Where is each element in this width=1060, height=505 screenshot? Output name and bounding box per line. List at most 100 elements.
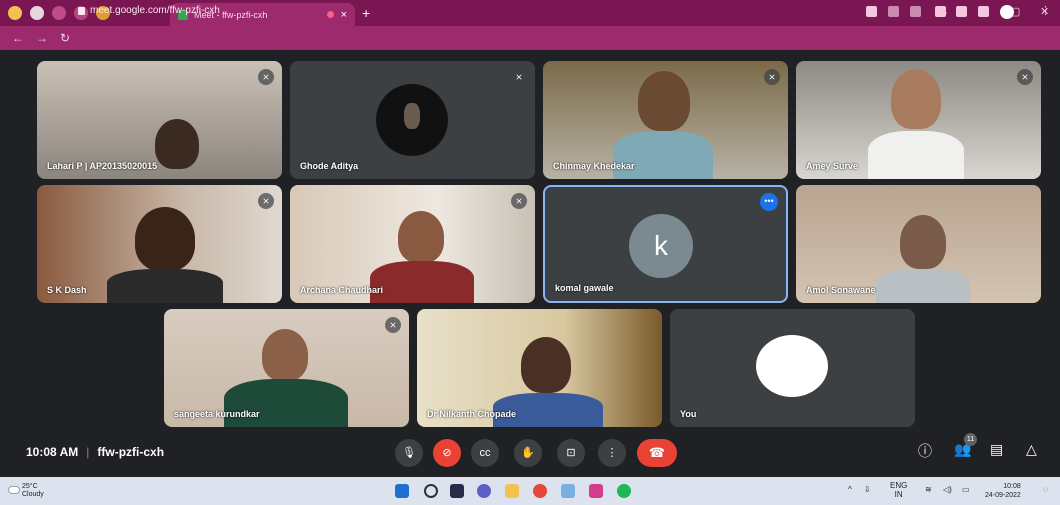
meeting-info-separator: | xyxy=(86,445,90,459)
participant-name: You xyxy=(680,409,697,419)
participant-video xyxy=(262,329,308,381)
language-region: IN xyxy=(894,490,903,499)
participant-tile[interactable]: ⨯ Archana Chaudhari xyxy=(290,185,535,303)
participant-tile-self[interactable]: You xyxy=(670,309,915,427)
more-options-button[interactable]: ⋮ xyxy=(598,439,626,467)
reload-icon[interactable]: ↻ xyxy=(60,31,70,45)
participant-name: S K Dash xyxy=(47,285,87,295)
weather-condition: Cloudy xyxy=(22,491,44,498)
back-icon[interactable]: ← xyxy=(12,31,24,45)
participant-tile[interactable]: ⨯ S K Dash xyxy=(37,185,282,303)
participant-tile[interactable]: ⨯ Amey Surve xyxy=(796,61,1041,179)
usb-icon[interactable]: ⇩ xyxy=(864,485,871,494)
participant-tile-active-speaker[interactable]: k ••• komal gawale xyxy=(543,185,788,303)
chat-icon[interactable]: ▤ xyxy=(990,441,1003,458)
windows-start-icon[interactable] xyxy=(395,484,409,498)
activities-icon[interactable]: △ xyxy=(1026,441,1037,458)
reading-list-icon[interactable] xyxy=(956,6,967,17)
participant-name: Ghode Aditya xyxy=(300,161,359,171)
participant-video xyxy=(370,261,474,303)
menu-icon[interactable]: ⋮ xyxy=(1040,4,1051,17)
participant-tile[interactable]: ⨯ Chinmay Khedekar xyxy=(543,61,788,179)
participant-avatar: k xyxy=(629,214,693,278)
self-avatar xyxy=(756,335,828,397)
os-taskbar: 25°C Cloudy ^ ⇩ ENG IN ≋ ◁) ▭ 10:08 24-0… xyxy=(0,477,1060,505)
participant-video xyxy=(155,119,199,169)
participant-video xyxy=(224,379,348,427)
spotify-icon[interactable] xyxy=(617,484,631,498)
participant-video xyxy=(868,131,964,179)
participant-tile[interactable]: ⨯ sangeeta kurundkar xyxy=(164,309,409,427)
participant-name: sangeeta kurundkar xyxy=(174,409,260,419)
camera-indicator-icon[interactable] xyxy=(866,6,877,17)
participant-video xyxy=(398,211,444,263)
participant-video xyxy=(521,337,571,393)
url-field[interactable]: meet.google.com/ffw-pzfi-cxh xyxy=(90,5,220,16)
mic-off-icon: ⨯ xyxy=(511,69,527,85)
participant-count-badge: 11 xyxy=(964,433,977,446)
mic-off-icon: ⨯ xyxy=(385,317,401,333)
meeting-info: 10:08 AM | ffw-pzfi-cxh xyxy=(26,445,164,459)
notifications-icon[interactable]: ◌ xyxy=(1043,485,1048,494)
profile-avatar[interactable] xyxy=(1000,5,1014,19)
mic-off-icon: ⨯ xyxy=(1017,69,1033,85)
weather-widget[interactable]: 25°C Cloudy xyxy=(22,483,44,499)
participant-name: Amol Sonawane xyxy=(806,285,876,295)
forward-icon[interactable]: → xyxy=(36,31,48,45)
participant-video xyxy=(613,131,713,179)
raise-hand-button[interactable]: ✋ xyxy=(514,439,542,467)
task-view-icon[interactable] xyxy=(450,484,464,498)
tab-icon[interactable] xyxy=(52,6,66,20)
teams-chat-icon[interactable] xyxy=(477,484,491,498)
file-explorer-icon[interactable] xyxy=(505,484,519,498)
participant-name: Amey Surve xyxy=(806,161,859,171)
meeting-code: ffw-pzfi-cxh xyxy=(97,445,165,459)
side-panel-icon[interactable] xyxy=(978,6,989,17)
leave-call-button[interactable]: ☎ xyxy=(637,439,677,467)
meeting-details-icon[interactable]: ⓘ xyxy=(918,441,932,461)
more-options-icon[interactable]: ••• xyxy=(760,193,778,211)
volume-icon[interactable]: ◁) xyxy=(943,485,952,494)
address-bar: ← → ↻ xyxy=(0,26,1060,50)
mic-off-icon: ⨯ xyxy=(258,193,274,209)
participant-name: komal gawale xyxy=(555,283,614,293)
browser-profile-icon[interactable] xyxy=(8,6,22,20)
app-icon[interactable] xyxy=(561,484,575,498)
instagram-icon[interactable] xyxy=(589,484,603,498)
chrome-icon[interactable] xyxy=(533,484,547,498)
participant-tile[interactable]: Dr Nilkanth Chopade xyxy=(417,309,662,427)
share-icon[interactable] xyxy=(888,6,899,17)
captions-button[interactable]: cc xyxy=(471,439,499,467)
wifi-icon[interactable]: ≋ xyxy=(925,485,932,494)
extensions-icon[interactable] xyxy=(935,6,946,17)
tab-icon[interactable] xyxy=(30,6,44,20)
participant-name: Dr Nilkanth Chopade xyxy=(427,409,517,419)
meeting-time: 10:08 AM xyxy=(26,445,79,459)
participant-video xyxy=(107,269,223,303)
participant-tile[interactable]: ⨯ Lahari P | AP20135020015 xyxy=(37,61,282,179)
lock-icon xyxy=(78,7,85,15)
participant-name: Lahari P | AP20135020015 xyxy=(47,161,158,171)
camera-off-button[interactable]: ⊘ xyxy=(433,439,461,467)
clock-time: 10:08 xyxy=(1003,483,1021,490)
mic-off-icon: ⨯ xyxy=(511,193,527,209)
participant-tile[interactable]: ⨯ Ghode Aditya xyxy=(290,61,535,179)
recording-icon xyxy=(326,11,334,18)
present-screen-button[interactable]: ⊡ xyxy=(557,439,585,467)
participant-video xyxy=(891,69,941,129)
battery-icon[interactable]: ▭ xyxy=(962,485,970,494)
participant-tile[interactable]: Amol Sonawane xyxy=(796,185,1041,303)
mic-off-icon: ⨯ xyxy=(258,69,274,85)
microphone-button[interactable]: 🎙 xyxy=(395,439,423,467)
participant-name: Archana Chaudhari xyxy=(300,285,384,295)
participant-name: Chinmay Khedekar xyxy=(553,161,635,171)
new-tab-button[interactable]: + xyxy=(362,5,370,21)
system-clock[interactable]: 10:08 24-09-2022 xyxy=(985,482,1021,500)
search-icon[interactable] xyxy=(424,484,438,498)
show-hidden-icons[interactable]: ^ xyxy=(848,485,852,494)
meet-stage: ⨯ Lahari P | AP20135020015 ⨯ Ghode Adity… xyxy=(0,50,1060,477)
participant-video xyxy=(638,71,690,131)
tab-close-button[interactable]: × xyxy=(341,9,347,21)
bookmark-star-icon[interactable] xyxy=(910,6,921,17)
language-indicator[interactable]: ENG IN xyxy=(890,481,907,499)
